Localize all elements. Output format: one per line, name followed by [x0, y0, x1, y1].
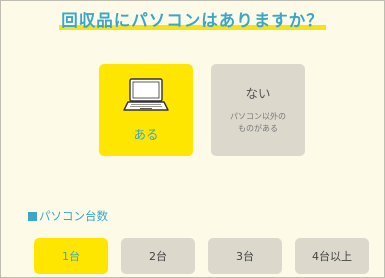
- choice-no-description: パソコン以外の ものがある: [211, 111, 305, 135]
- choice-no-label: ない: [245, 86, 271, 101]
- choice-no-button[interactable]: ない パソコン以外の ものがある: [211, 64, 305, 156]
- laptop-icon: [123, 78, 169, 111]
- square-bullet-icon: [28, 211, 37, 221]
- pc-count-section-text: パソコン台数: [39, 209, 108, 223]
- question-title: 回収品にパソコンはありますか？: [59, 7, 326, 32]
- count-button-3[interactable]: 3台: [208, 238, 282, 274]
- choice-no-description-line1: パソコン以外の: [230, 112, 286, 121]
- count-button-4-plus[interactable]: 4台以上: [295, 238, 369, 274]
- count-button-2[interactable]: 2台: [121, 238, 195, 274]
- pc-question-panel: 回収品にパソコンはありますか？ ある ない パソコン以外の ものがある パソコン…: [0, 0, 385, 278]
- choice-yes-label: ある: [133, 127, 159, 142]
- pc-count-section-label: パソコン台数: [28, 208, 108, 224]
- question-title-container: 回収品にパソコンはありますか？: [1, 7, 384, 32]
- count-button-1[interactable]: 1台: [34, 238, 108, 274]
- choice-yes-button[interactable]: ある: [99, 64, 193, 156]
- choice-no-description-line2: ものがある: [238, 124, 278, 133]
